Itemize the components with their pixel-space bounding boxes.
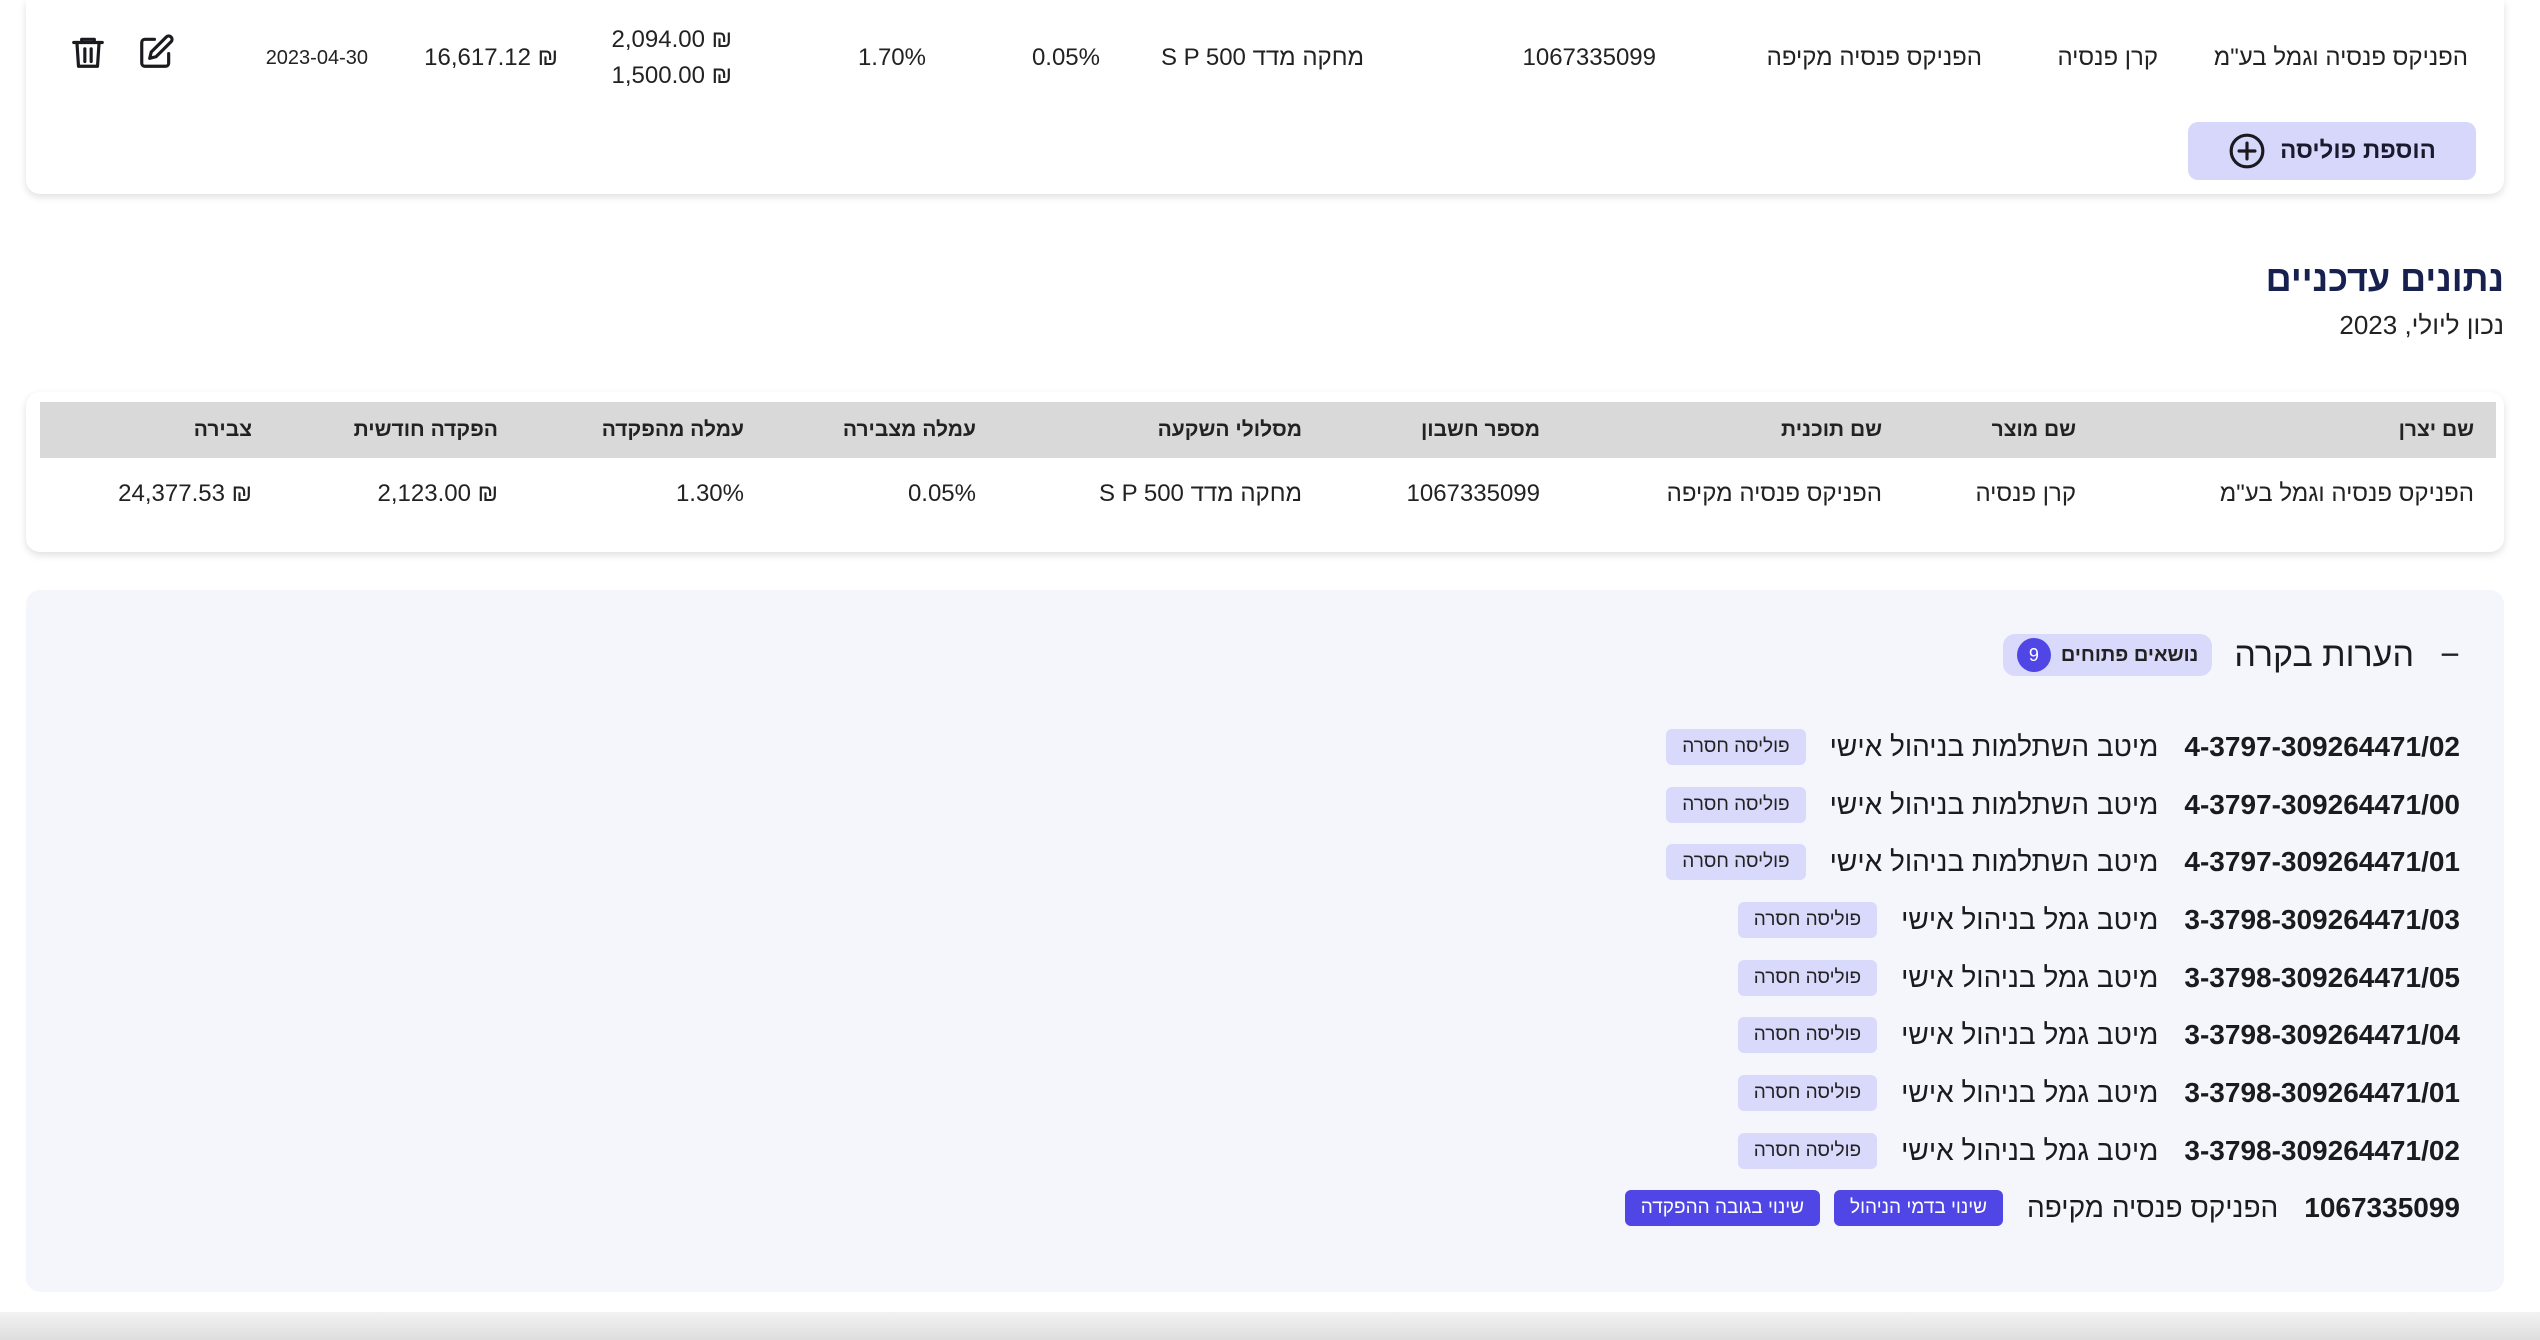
note-item: 3-3798-309264471/03 מיטב גמל בניהול אישי פ… [1611, 891, 2460, 949]
header-manufacturer: שם יצרן [2398, 418, 2474, 441]
policy-date: 2023-04-30 [265, 46, 368, 69]
note-description: מיטב השתלמות בניהול אישי [1829, 846, 2159, 878]
table-header: שם יצרן שם מוצר שם תוכנית מספר חשבון מסל… [40, 402, 2496, 458]
note-description: מיטב גמל בניהול אישי [1901, 1019, 2159, 1051]
change-tag[interactable]: שינוי בדמי הניהול [1834, 1190, 2004, 1227]
note-description: מיטב השתלמות בניהול אישי [1829, 788, 2159, 820]
note-item: 1067335099 הפניקס פנסיה מקיפה שינוי בדמי ה… [1611, 1180, 2460, 1238]
table-row: הפניקס פנסיה וגמל בע"מ קרן פנסיה הפניקס … [40, 458, 2496, 530]
header-account: מספר חשבון [1420, 418, 1540, 441]
policy-balance: 16,617.12 ₪ [424, 44, 558, 71]
policy-account: 1067335099 [1522, 44, 1656, 71]
delete-button[interactable] [66, 30, 110, 74]
policy-fee-accumulation: 0.05% [1031, 44, 1100, 71]
note-id: 3-3798-309264471/05 [2184, 961, 2460, 993]
missing-policy-tag[interactable]: פוליסה חסרה [1737, 959, 1878, 996]
change-tag[interactable]: שינוי בגובה ההפקדה [1624, 1190, 1821, 1227]
header-fee-deposit: עמלה מהפקדה [601, 418, 744, 441]
add-policy-button[interactable]: הוספת פוליסה [2188, 122, 2476, 180]
note-description: מיטב גמל בניהול אישי [1901, 903, 2159, 935]
current-data-table: שם יצרן שם מוצר שם תוכנית מספר חשבון מסל… [26, 392, 2504, 552]
notes-header: − הערות בקרה נושאים פתוחים 9 [2002, 630, 2464, 680]
policy-track: S P 500 מחקה מדד [1160, 44, 1364, 71]
note-description: מיטב גמל בניהול אישי [1901, 961, 2159, 993]
header-fee-accumulation: עמלה מצבירה [842, 418, 976, 441]
audit-notes-panel: − הערות בקרה נושאים פתוחים 9 4-3797-3092… [26, 590, 2504, 1292]
header-monthly-deposit: הפקדה חודשית [353, 418, 498, 441]
section-subtitle: נכון ליולי, 2023 [2339, 310, 2504, 340]
note-item: 3-3798-309264471/02 מיטב גמל בניהול אישי פ… [1611, 1122, 2460, 1180]
collapse-button[interactable]: − [2436, 636, 2464, 675]
note-id: 3-3798-309264471/02 [2184, 1134, 2460, 1166]
cell-monthly-deposit: 2,123.00 ₪ [377, 480, 498, 507]
note-description: מיטב גמל בניהול אישי [1901, 1134, 2159, 1166]
note-id: 4-3797-309264471/02 [2184, 730, 2460, 762]
note-description: מיטב גמל בניהול אישי [1901, 1076, 2159, 1108]
plus-circle-icon [2229, 133, 2265, 169]
missing-policy-tag[interactable]: פוליסה חסרה [1737, 1074, 1878, 1111]
note-item: 3-3798-309264471/05 מיטב גמל בניהול אישי פ… [1611, 949, 2460, 1007]
note-id: 1067335099 [2304, 1192, 2460, 1224]
cell-account: 1067335099 [1406, 480, 1540, 507]
missing-policy-tag[interactable]: פוליסה חסרה [1666, 728, 1806, 765]
missing-policy-tag[interactable]: פוליסה חסרה [1666, 844, 1806, 881]
policy-card: הפניקס פנסיה וגמל בע"מ קרן פנסיה הפניקס … [26, 0, 2504, 194]
open-issues-badge: נושאים פתוחים 9 [2002, 634, 2213, 676]
policy-deposit: 2,094.00 ₪ 1,500.00 ₪ [612, 8, 732, 108]
policy-manufacturer: הפניקס פנסיה וגמל בע"מ [2213, 44, 2468, 71]
trash-icon [72, 37, 104, 68]
header-track: מסלולי השקעה [1157, 418, 1302, 441]
cell-fee-accumulation: 0.05% [907, 480, 976, 507]
cell-track: S P 500 מחקה מדד [1098, 480, 1302, 507]
deposit-line-2: 1,500.00 ₪ [611, 62, 732, 89]
open-issues-label: נושאים פתוחים [2060, 643, 2199, 666]
open-issues-count: 9 [2016, 638, 2051, 672]
cell-fee-deposit: 1.30% [675, 480, 744, 507]
cell-plan: הפניקס פנסיה מקיפה [1666, 480, 1882, 507]
note-item: 4-3797-309264471/00 מיטב השתלמות בניהול א… [1611, 776, 2460, 834]
header-balance: צבירה [193, 418, 252, 441]
section-title: נתונים עדכניים [2265, 258, 2504, 299]
pencil-icon [140, 34, 174, 68]
minus-icon: − [2440, 635, 2460, 674]
add-policy-label: הוספת פוליסה [2280, 137, 2436, 164]
note-id: 3-3798-309264471/04 [2184, 1019, 2460, 1051]
cell-manufacturer: הפניקס פנסיה וגמל בע"מ [2219, 480, 2474, 507]
note-item: 3-3798-309264471/04 מיטב גמל בניהול אישי פ… [1611, 1006, 2460, 1064]
policy-fee-deposit: 1.70% [857, 44, 926, 71]
missing-policy-tag[interactable]: פוליסה חסרה [1737, 1132, 1878, 1169]
page-footer-shadow [0, 1312, 2540, 1340]
note-id: 3-3798-309264471/03 [2184, 903, 2460, 935]
cell-balance: 24,377.53 ₪ [118, 480, 252, 507]
note-item: 4-3797-309264471/01 מיטב השתלמות בניהול א… [1611, 833, 2460, 891]
note-id: 4-3797-309264471/01 [2184, 846, 2460, 878]
policy-product: קרן פנסיה [2057, 44, 2158, 71]
notes-list: 4-3797-309264471/02 מיטב השתלמות בניהול א… [1611, 718, 2460, 1237]
notes-title: הערות בקרה [2234, 635, 2414, 674]
header-plan: שם תוכנית [1781, 418, 1882, 441]
note-id: 4-3797-309264471/00 [2184, 788, 2460, 820]
note-item: 4-3797-309264471/02 מיטב השתלמות בניהול א… [1611, 718, 2460, 776]
note-description: מיטב השתלמות בניהול אישי [1829, 730, 2159, 762]
cell-product: קרן פנסיה [1975, 480, 2076, 507]
policy-plan: הפניקס פנסיה מקיפה [1766, 44, 1982, 71]
missing-policy-tag[interactable]: פוליסה חסרה [1666, 786, 1806, 823]
deposit-line-1: 2,094.00 ₪ [611, 26, 732, 53]
missing-policy-tag[interactable]: פוליסה חסרה [1737, 901, 1878, 938]
header-product: שם מוצר [1991, 418, 2076, 441]
note-id: 3-3798-309264471/01 [2184, 1076, 2460, 1108]
policy-row: הפניקס פנסיה וגמל בע"מ קרן פנסיה הפניקס … [26, 8, 2504, 108]
note-item: 3-3798-309264471/01 מיטב גמל בניהול אישי פ… [1611, 1064, 2460, 1122]
note-description: הפניקס פנסיה מקיפה [2027, 1192, 2279, 1224]
missing-policy-tag[interactable]: פוליסה חסרה [1737, 1017, 1878, 1054]
edit-button[interactable] [134, 30, 178, 74]
